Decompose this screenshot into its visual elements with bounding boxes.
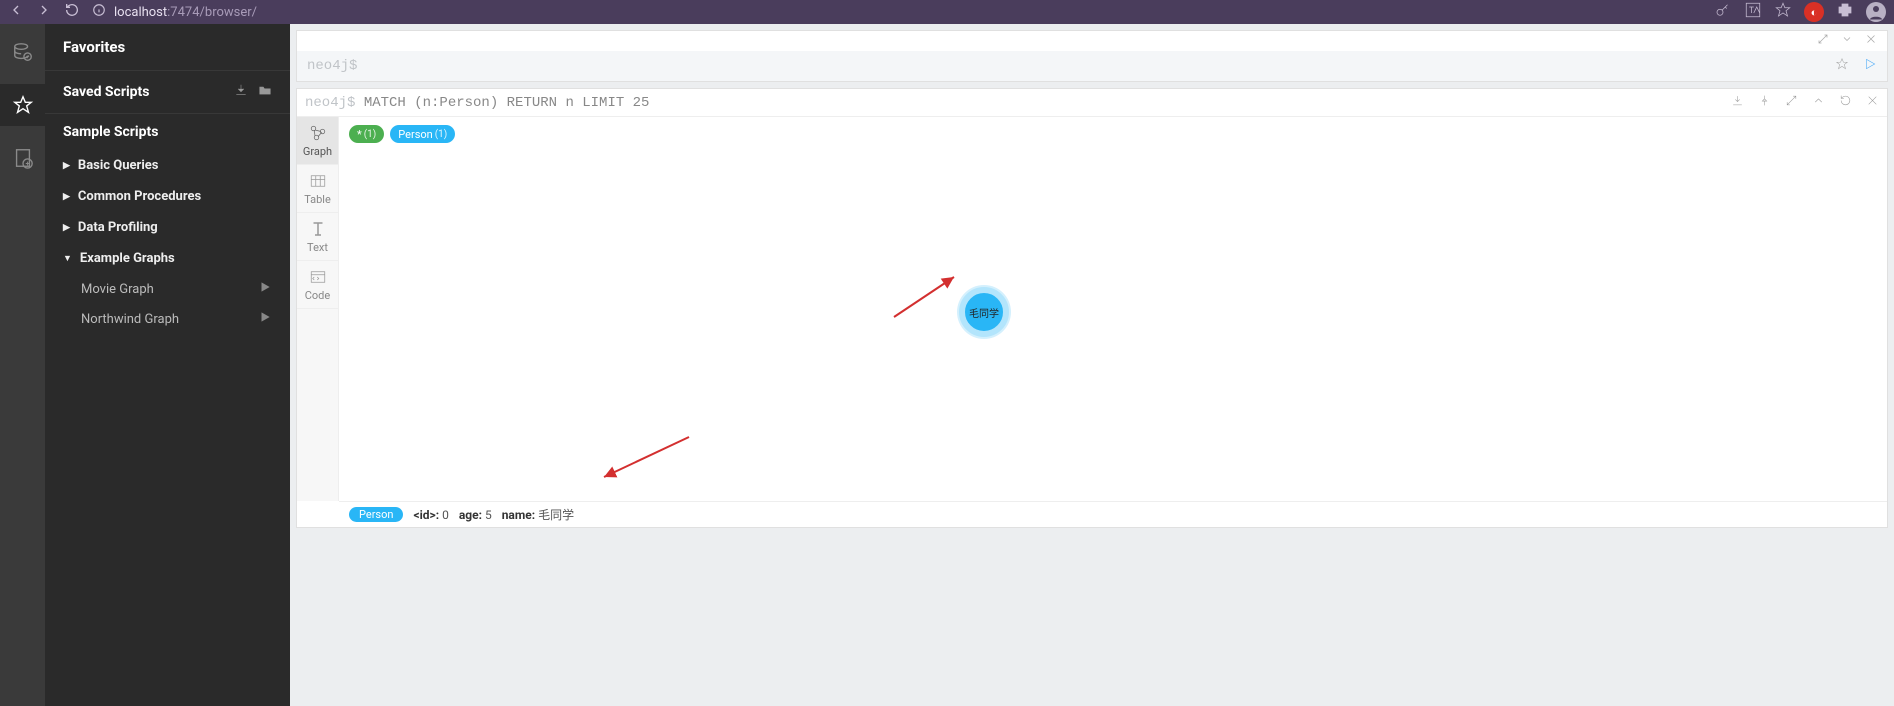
- result-frame: neo4j$ MATCH (n:Person) RETURN n LIMIT 2…: [296, 88, 1888, 528]
- folder-icon[interactable]: [258, 83, 272, 101]
- run-icon[interactable]: [1863, 57, 1877, 75]
- graph-node-person[interactable]: 毛同学: [959, 287, 1009, 337]
- star-icon[interactable]: [1774, 1, 1792, 23]
- footer-label-pill[interactable]: Person: [349, 507, 403, 522]
- extension-icon[interactable]: ◐: [1804, 2, 1824, 22]
- viz-tab-table[interactable]: Table: [297, 165, 338, 213]
- group-data-profiling[interactable]: ▶Data Profiling: [45, 212, 290, 243]
- content-area: neo4j$ neo4j$ MATCH (n:Person) RETURN n …: [290, 24, 1894, 706]
- reload-icon[interactable]: [64, 2, 80, 22]
- editor-frame: neo4j$: [296, 30, 1888, 82]
- viz-tab-graph[interactable]: Graph: [297, 117, 338, 165]
- expand-icon[interactable]: [1817, 33, 1829, 49]
- footer-id: <id>: 0: [413, 508, 448, 522]
- profile-icon[interactable]: [1866, 2, 1886, 22]
- play-icon[interactable]: [258, 310, 290, 328]
- group-basic-queries[interactable]: ▶Basic Queries: [45, 150, 290, 181]
- annotation-arrow-icon: [599, 437, 689, 486]
- chevron-right-icon: ▶: [63, 192, 70, 202]
- refresh-icon[interactable]: [1839, 94, 1852, 111]
- chevron-down-icon: ▼: [63, 253, 72, 264]
- script-movie-graph[interactable]: Movie Graph: [45, 274, 290, 304]
- chevron-down-icon[interactable]: [1841, 33, 1853, 49]
- group-example-graphs[interactable]: ▼Example Graphs: [45, 243, 290, 274]
- sidebar-title: Favorites: [45, 38, 290, 70]
- chip-person[interactable]: Person(1): [390, 125, 455, 143]
- query-editor[interactable]: neo4j$: [297, 51, 1887, 81]
- forward-icon[interactable]: [36, 2, 52, 22]
- viz-tab-text[interactable]: Text: [297, 213, 338, 261]
- close-icon[interactable]: [1865, 33, 1877, 49]
- puzzle-icon[interactable]: [1836, 1, 1854, 23]
- result-query: neo4j$ MATCH (n:Person) RETURN n LIMIT 2…: [305, 95, 1731, 111]
- chip-all[interactable]: *(1): [349, 125, 384, 143]
- chevron-right-icon: ▶: [63, 161, 70, 171]
- icon-rail: [0, 24, 45, 706]
- back-icon[interactable]: [8, 2, 24, 22]
- pin-icon[interactable]: [1758, 94, 1771, 111]
- chevron-right-icon: ▶: [63, 223, 70, 233]
- url-text[interactable]: localhost:7474/browser/: [114, 5, 257, 20]
- close-icon[interactable]: [1866, 94, 1879, 111]
- expand-icon[interactable]: [1785, 94, 1798, 111]
- download-icon[interactable]: [1731, 94, 1744, 111]
- viz-tab-code[interactable]: Code: [297, 261, 338, 309]
- documents-icon[interactable]: [11, 146, 35, 170]
- graph-canvas[interactable]: *(1) Person(1) 毛同学: [339, 117, 1887, 501]
- editor-prompt: neo4j$: [307, 58, 357, 74]
- key-icon[interactable]: [1714, 1, 1732, 23]
- favorites-tab-icon[interactable]: [0, 84, 45, 126]
- translate-icon[interactable]: [1744, 1, 1762, 23]
- sidebar: Favorites Saved Scripts Sample Scripts ▶…: [45, 24, 290, 706]
- database-icon[interactable]: [11, 40, 35, 64]
- sample-scripts-header: Sample Scripts: [45, 113, 290, 150]
- annotation-arrow-icon: [894, 272, 964, 321]
- viz-mode-rail: Graph Table Text Code: [297, 117, 339, 501]
- download-icon[interactable]: [234, 83, 248, 101]
- group-common-procedures[interactable]: ▶Common Procedures: [45, 181, 290, 212]
- footer-age: age: 5: [459, 508, 492, 522]
- play-icon[interactable]: [258, 280, 290, 298]
- info-icon[interactable]: [92, 3, 106, 21]
- result-footer: Person <id>: 0 age: 5 name: 毛同学: [339, 501, 1887, 527]
- script-northwind-graph[interactable]: Northwind Graph: [45, 304, 290, 334]
- saved-scripts-header: Saved Scripts: [45, 70, 290, 113]
- chevron-up-icon[interactable]: [1812, 94, 1825, 111]
- browser-toolbar: localhost:7474/browser/ ◐: [0, 0, 1894, 24]
- footer-name: name: 毛同学: [502, 506, 574, 523]
- star-icon[interactable]: [1835, 57, 1849, 75]
